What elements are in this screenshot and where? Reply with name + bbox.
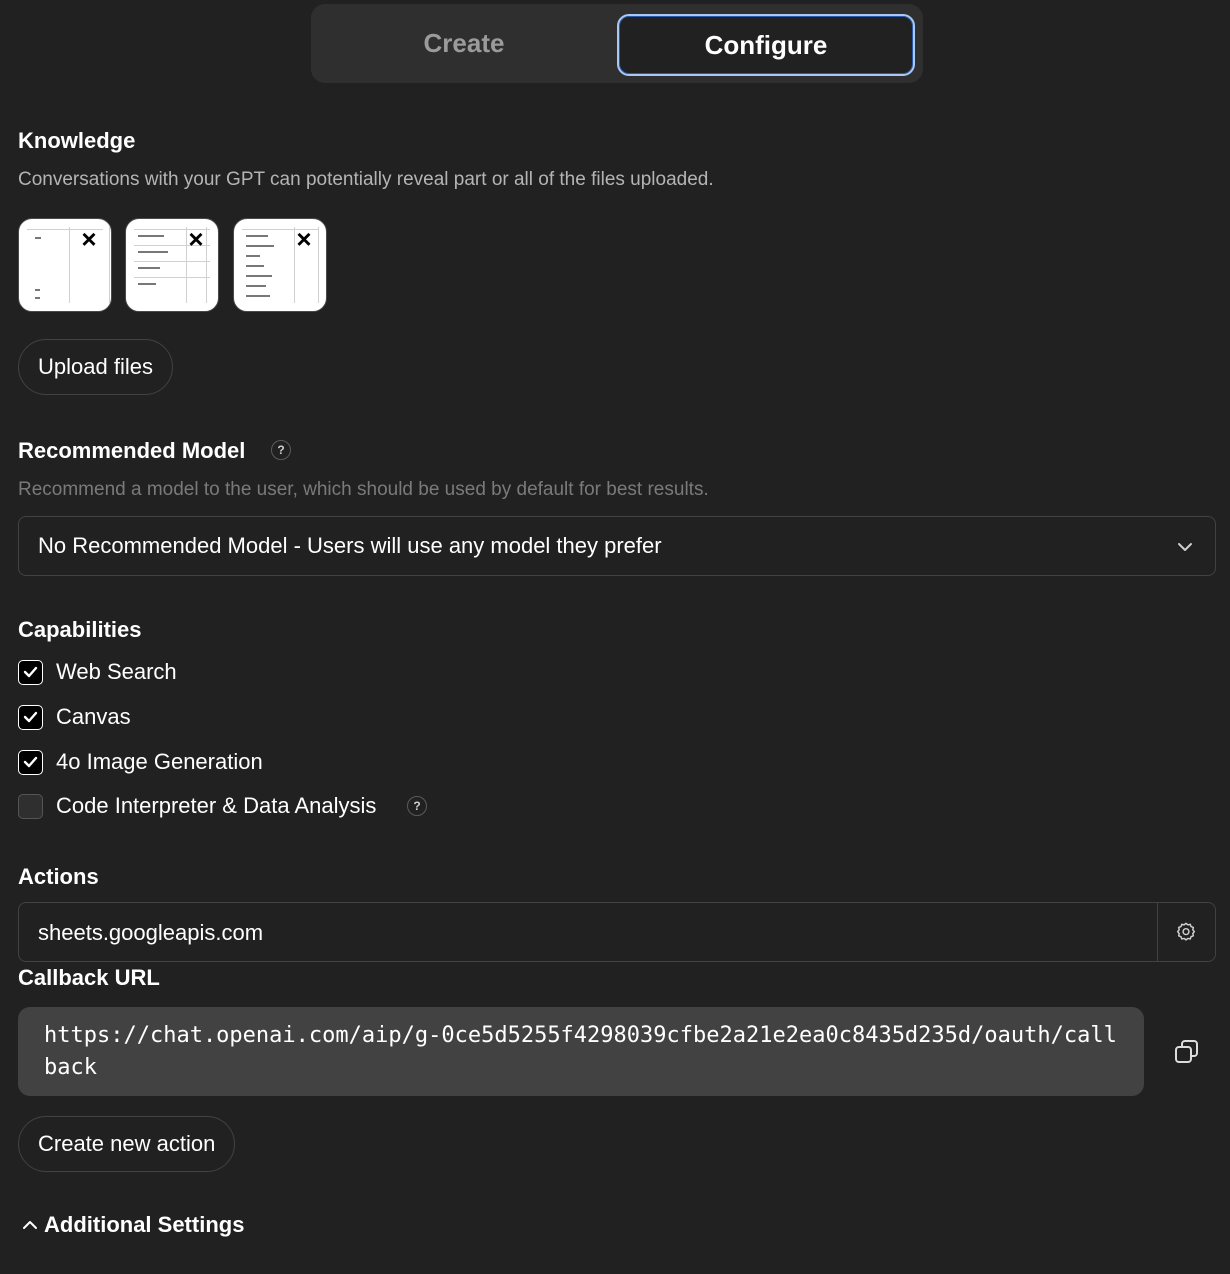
upload-files-button[interactable]: Upload files [18, 339, 173, 395]
capabilities-title: Capabilities [18, 617, 142, 642]
capability-label: 4o Image Generation [56, 749, 263, 774]
capability-image-generation[interactable]: 4o Image Generation [18, 748, 263, 776]
mode-tabs: Create Configure [311, 4, 923, 83]
capability-label: Canvas [56, 704, 131, 729]
remove-file-icon[interactable]: × [184, 226, 208, 252]
help-icon[interactable]: ? [271, 440, 291, 460]
check-icon [23, 756, 38, 768]
checkbox-unchecked[interactable] [18, 793, 43, 819]
tab-create[interactable]: Create [311, 4, 617, 83]
chevron-down-icon [1178, 543, 1192, 551]
callback-url[interactable]: https://chat.openai.com/aip/g-0ce5d5255f… [18, 1007, 1144, 1096]
checkbox-checked[interactable] [18, 659, 43, 685]
action-row[interactable]: sheets.googleapis.com [18, 902, 1216, 962]
gear-icon[interactable] [1175, 921, 1197, 943]
knowledge-description: Conversations with your GPT can potentia… [18, 169, 714, 190]
chevron-up-icon [23, 1221, 37, 1229]
recommended-model-title: Recommended Model [18, 438, 246, 463]
knowledge-title: Knowledge [18, 128, 136, 153]
file-thumbnail[interactable]: × [125, 218, 219, 312]
action-domain: sheets.googleapis.com [38, 920, 264, 945]
additional-settings-toggle[interactable]: Additional Settings [20, 1212, 244, 1238]
recommended-model-description: Recommend a model to the user, which sho… [18, 479, 709, 500]
selected-model: No Recommended Model - Users will use an… [38, 533, 662, 558]
additional-settings-label: Additional Settings [44, 1212, 245, 1237]
remove-file-icon[interactable]: × [292, 226, 316, 252]
check-icon [23, 711, 38, 723]
tab-configure[interactable]: Configure [617, 14, 915, 76]
capability-web-search[interactable]: Web Search [18, 658, 177, 686]
gpt-configure-page: Create Configure Knowledge Conversations… [0, 0, 1230, 1274]
help-icon[interactable]: ? [407, 796, 427, 816]
actions-title: Actions [18, 864, 99, 889]
file-thumbnail[interactable]: × [18, 218, 112, 312]
capability-canvas[interactable]: Canvas [18, 703, 131, 731]
create-new-action-button[interactable]: Create new action [18, 1116, 236, 1172]
callback-url-title: Callback URL [18, 965, 160, 990]
divider [1157, 903, 1158, 961]
remove-file-icon[interactable]: × [77, 226, 101, 252]
capability-code-interpreter[interactable]: Code Interpreter & Data Analysis [18, 792, 376, 820]
checkbox-checked[interactable] [18, 704, 43, 730]
checkbox-checked[interactable] [18, 749, 43, 775]
capability-label: Code Interpreter & Data Analysis [56, 793, 377, 818]
check-icon [23, 666, 38, 678]
capability-label: Web Search [56, 659, 177, 684]
recommended-model-select[interactable]: No Recommended Model - Users will use an… [18, 516, 1216, 576]
file-thumbnail[interactable]: × [233, 218, 327, 312]
copy-icon[interactable] [1173, 1038, 1201, 1066]
